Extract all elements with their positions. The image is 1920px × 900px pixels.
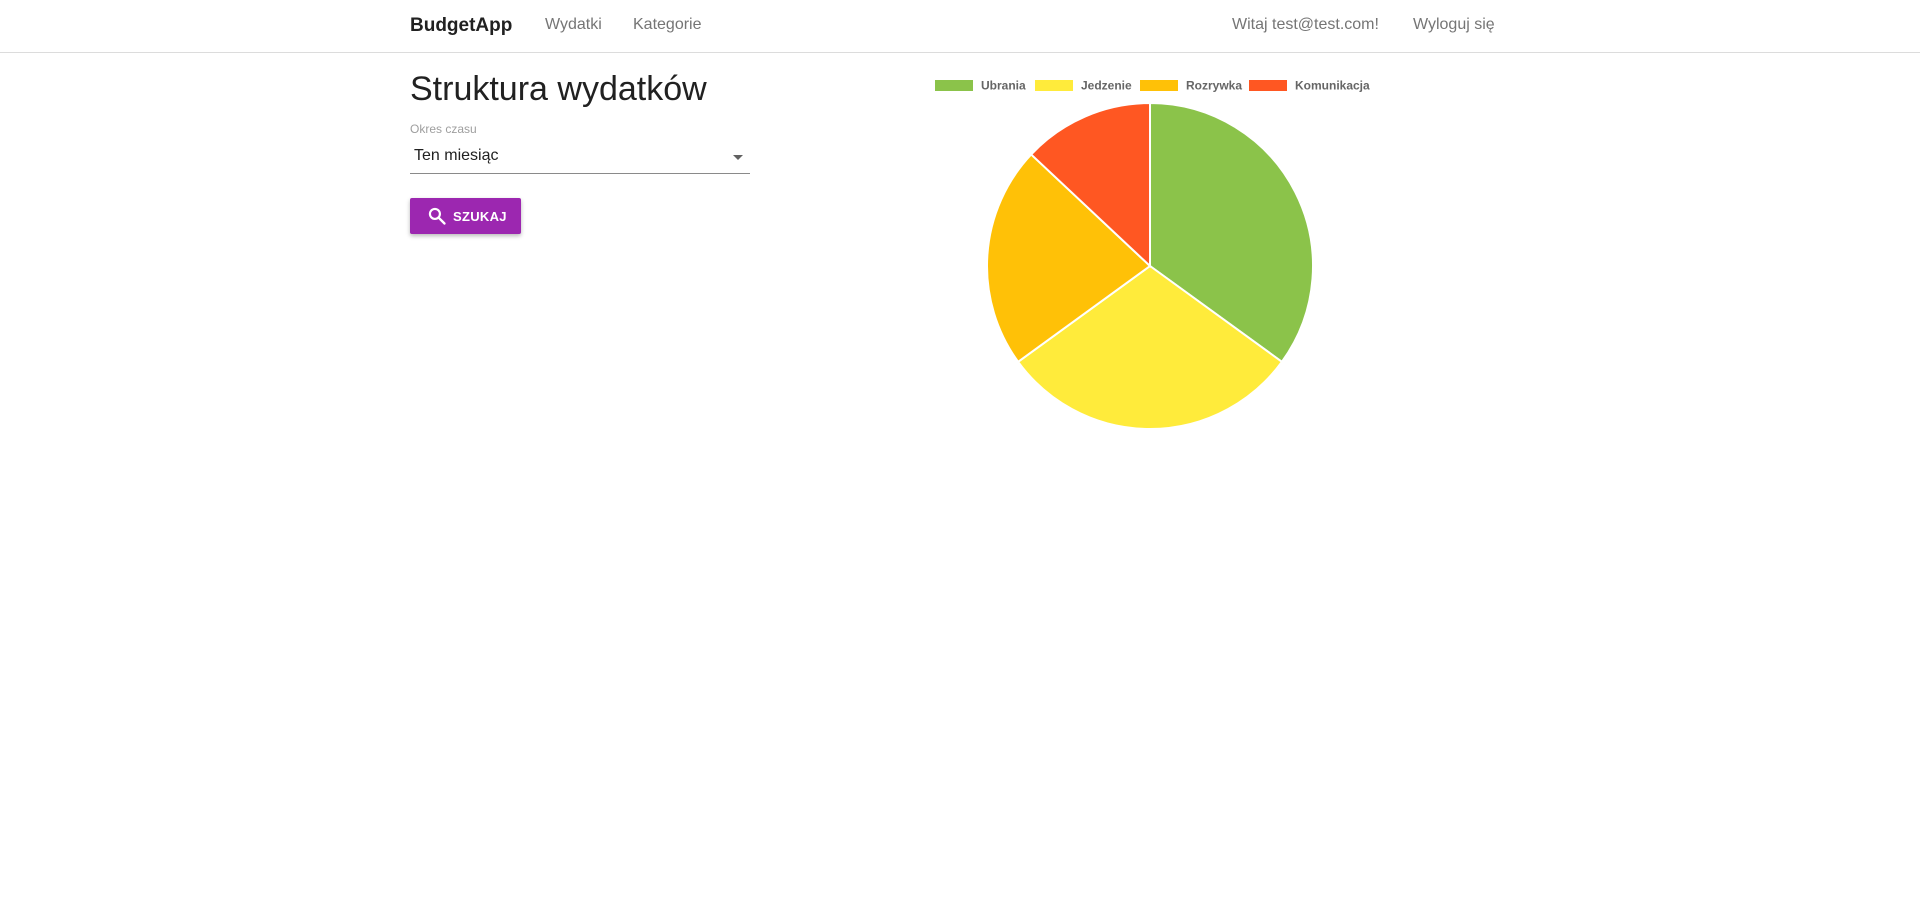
legend-label-komunikacja[interactable]: Komunikacja <box>1295 79 1370 93</box>
period-label: Okres czasu <box>410 122 477 136</box>
page-title: Struktura wydatków <box>410 70 707 108</box>
expense-pie-chart: Ubrania Jedzenie Rozrywka Komunikacja <box>935 79 1370 430</box>
search-button-label: SZUKAJ <box>453 209 507 224</box>
chart-legend: Ubrania Jedzenie Rozrywka Komunikacja <box>935 79 1370 93</box>
search-icon <box>427 206 447 229</box>
navbar: BudgetApp Wydatki Kategorie Witaj test@t… <box>0 0 1920 53</box>
chart-slices <box>986 101 1314 430</box>
legend-swatch-jedzenie <box>1035 80 1073 91</box>
logout-link[interactable]: Wyloguj się <box>1413 16 1495 34</box>
chevron-down-icon <box>733 155 743 160</box>
legend-label-jedzenie[interactable]: Jedzenie <box>1081 79 1132 93</box>
nav-link-categories[interactable]: Kategorie <box>633 16 702 34</box>
period-select[interactable]: Ten miesiąc <box>410 143 750 174</box>
legend-label-ubrania[interactable]: Ubrania <box>981 79 1026 93</box>
nav-link-expenses[interactable]: Wydatki <box>545 16 602 34</box>
period-select-value: Ten miesiąc <box>414 147 499 164</box>
welcome-user-link[interactable]: Witaj test@test.com! <box>1232 16 1379 34</box>
brand-link[interactable]: BudgetApp <box>410 15 512 37</box>
search-button[interactable]: SZUKAJ <box>410 198 521 234</box>
legend-swatch-ubrania <box>935 80 973 91</box>
legend-swatch-komunikacja <box>1249 80 1287 91</box>
legend-swatch-rozrywka <box>1140 80 1178 91</box>
legend-label-rozrywka[interactable]: Rozrywka <box>1186 79 1242 93</box>
